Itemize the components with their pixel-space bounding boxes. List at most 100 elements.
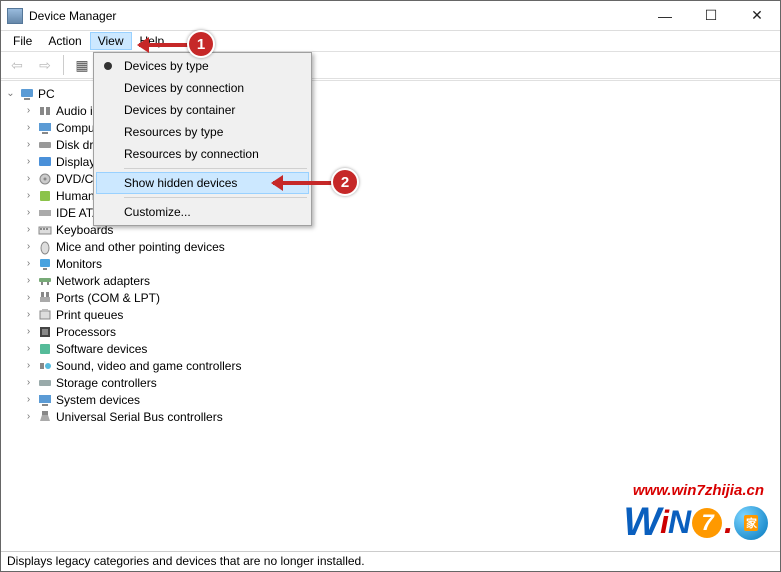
close-button[interactable]: ✕: [734, 1, 780, 31]
menu-separator: [124, 197, 307, 198]
expand-icon[interactable]: ›: [23, 173, 34, 184]
expand-icon[interactable]: ›: [23, 139, 34, 150]
device-category-icon: [37, 137, 53, 153]
expand-icon[interactable]: ›: [23, 326, 34, 337]
annotation-step-1: 1: [187, 30, 215, 58]
menu-devices-by-type[interactable]: Devices by type: [96, 55, 309, 77]
view-dropdown-menu: Devices by type Devices by connection De…: [93, 52, 312, 226]
collapse-icon[interactable]: ⌄: [5, 88, 16, 99]
menu-action[interactable]: Action: [40, 32, 89, 50]
tree-root-label: PC: [38, 87, 55, 101]
tree-item-label: Ports (COM & LPT): [56, 291, 160, 305]
watermark-logo: W i N 7 . 家: [623, 500, 768, 545]
expand-icon[interactable]: ›: [23, 156, 34, 167]
annotation-arrow-2: [273, 181, 333, 185]
expand-icon[interactable]: ›: [23, 122, 34, 133]
bullet-icon: [104, 62, 112, 70]
menu-resources-by-type[interactable]: Resources by type: [96, 121, 309, 143]
expand-icon[interactable]: ›: [23, 343, 34, 354]
menu-separator: [124, 168, 307, 169]
menu-item-label: Show hidden devices: [124, 176, 237, 190]
tree-item[interactable]: › Universal Serial Bus controllers: [1, 408, 780, 425]
menu-item-label: Devices by type: [124, 59, 209, 73]
device-category-icon: [37, 103, 53, 119]
device-category-icon: [37, 171, 53, 187]
properties-button[interactable]: ▦: [70, 54, 94, 76]
tree-item-label: System devices: [56, 393, 140, 407]
menu-item-label: Devices by container: [124, 103, 235, 117]
expand-icon[interactable]: ›: [23, 275, 34, 286]
device-category-icon: [37, 409, 53, 425]
tree-item-label: Universal Serial Bus controllers: [56, 410, 223, 424]
device-category-icon: [37, 222, 53, 238]
device-category-icon: [37, 239, 53, 255]
window-controls: — ☐ ✕: [642, 1, 780, 31]
tree-item-label: Monitors: [56, 257, 102, 271]
menu-item-label: Customize...: [124, 205, 191, 219]
expand-icon[interactable]: ›: [23, 377, 34, 388]
computer-icon: [19, 86, 35, 102]
tree-item-label: Mice and other pointing devices: [56, 240, 225, 254]
globe-icon: 家: [734, 506, 768, 540]
expand-icon[interactable]: ›: [23, 190, 34, 201]
tree-item[interactable]: › Sound, video and game controllers: [1, 357, 780, 374]
device-category-icon: [37, 256, 53, 272]
device-category-icon: [37, 392, 53, 408]
tree-item-label: Sound, video and game controllers: [56, 359, 241, 373]
app-icon: [7, 8, 23, 24]
expand-icon[interactable]: ›: [23, 394, 34, 405]
expand-icon[interactable]: ›: [23, 224, 34, 235]
minimize-button[interactable]: —: [642, 1, 688, 31]
device-category-icon: [37, 375, 53, 391]
device-category-icon: [37, 273, 53, 289]
forward-button[interactable]: ⇨: [33, 54, 57, 76]
expand-icon[interactable]: ›: [23, 292, 34, 303]
menu-item-label: Resources by type: [124, 125, 223, 139]
tree-item-label: Storage controllers: [56, 376, 157, 390]
device-category-icon: [37, 120, 53, 136]
menu-devices-by-connection[interactable]: Devices by connection: [96, 77, 309, 99]
menu-file[interactable]: File: [5, 32, 40, 50]
annotation-step-2: 2: [331, 168, 359, 196]
menu-item-label: Devices by connection: [124, 81, 244, 95]
menubar: File Action View Help: [1, 31, 780, 51]
device-category-icon: [37, 154, 53, 170]
expand-icon[interactable]: ›: [23, 258, 34, 269]
expand-icon[interactable]: ›: [23, 207, 34, 218]
tree-item[interactable]: › Mice and other pointing devices: [1, 238, 780, 255]
expand-icon[interactable]: ›: [23, 411, 34, 422]
watermark-url: www.win7zhijia.cn: [633, 482, 764, 499]
device-category-icon: [37, 341, 53, 357]
device-category-icon: [37, 324, 53, 340]
device-category-icon: [37, 290, 53, 306]
window-title: Device Manager: [29, 9, 642, 23]
expand-icon[interactable]: ›: [23, 309, 34, 320]
menu-devices-by-container[interactable]: Devices by container: [96, 99, 309, 121]
tree-item-label: Network adapters: [56, 274, 150, 288]
tree-item[interactable]: › Monitors: [1, 255, 780, 272]
menu-resources-by-connection[interactable]: Resources by connection: [96, 143, 309, 165]
device-category-icon: [37, 307, 53, 323]
annotation-arrow-1: [139, 43, 189, 47]
tree-item[interactable]: › Software devices: [1, 340, 780, 357]
device-category-icon: [37, 188, 53, 204]
expand-icon[interactable]: ›: [23, 360, 34, 371]
tree-item[interactable]: › Print queues: [1, 306, 780, 323]
device-category-icon: [37, 358, 53, 374]
tree-item[interactable]: › System devices: [1, 391, 780, 408]
status-text: Displays legacy categories and devices t…: [7, 554, 365, 568]
tree-item[interactable]: › Storage controllers: [1, 374, 780, 391]
tree-item-label: Print queues: [56, 308, 123, 322]
expand-icon[interactable]: ›: [23, 105, 34, 116]
device-category-icon: [37, 205, 53, 221]
expand-icon[interactable]: ›: [23, 241, 34, 252]
tree-item[interactable]: ›Processors: [1, 323, 780, 340]
tree-item[interactable]: › Ports (COM & LPT): [1, 289, 780, 306]
maximize-button[interactable]: ☐: [688, 1, 734, 31]
tree-item-label: Software devices: [56, 342, 147, 356]
titlebar: Device Manager — ☐ ✕: [1, 1, 780, 31]
tree-item[interactable]: › Network adapters: [1, 272, 780, 289]
menu-customize[interactable]: Customize...: [96, 201, 309, 223]
back-button[interactable]: ⇦: [5, 54, 29, 76]
menu-view[interactable]: View: [90, 32, 132, 50]
